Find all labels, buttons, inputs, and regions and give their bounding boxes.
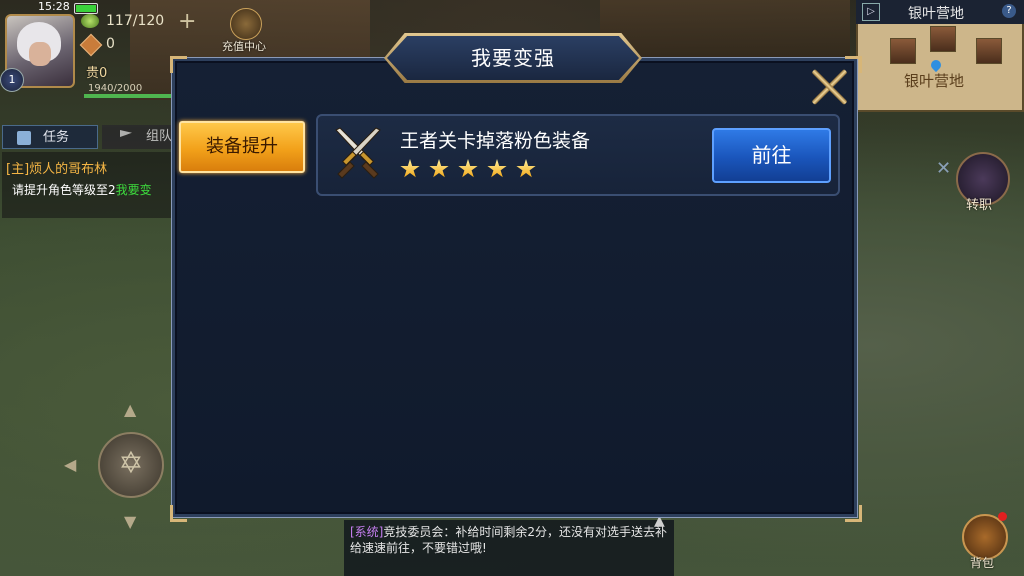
clock: 15:28: [38, 0, 70, 13]
star-icon: [487, 159, 507, 178]
recharge-center-label[interactable]: 充值中心: [222, 38, 266, 54]
close-icon[interactable]: ✕: [936, 158, 951, 179]
star-icon: [458, 159, 478, 178]
npc-portrait[interactable]: [976, 38, 1002, 64]
dialog-corner-ornament: [170, 505, 187, 522]
dialog-title: 我要变强: [471, 46, 555, 70]
joystick-up-arrow-icon: ▲: [124, 400, 137, 419]
help-icon[interactable]: ?: [1002, 4, 1016, 18]
battery-icon: [74, 3, 98, 14]
npc-portrait[interactable]: [890, 38, 916, 64]
dialog-corner-ornament: [170, 56, 187, 73]
quest-link[interactable]: 我要变: [116, 183, 152, 197]
close-dialog-button[interactable]: [808, 66, 850, 108]
flag-icon: [120, 130, 132, 137]
bag-label[interactable]: 背包: [970, 554, 994, 571]
job-change-label[interactable]: 转职: [966, 194, 992, 213]
star-rating: [400, 159, 545, 183]
tab-equipment-upgrade[interactable]: 装备提升: [179, 121, 305, 173]
energy-icon: [81, 14, 99, 28]
quest-description[interactable]: 请提升角色等级至2我要变: [12, 181, 152, 198]
add-energy-button[interactable]: +: [178, 9, 196, 34]
minimap-toggle-icon[interactable]: ▷: [862, 3, 880, 21]
chat-channel-tag: [系统]: [350, 525, 384, 539]
minimap-place-name: 银叶营地: [904, 72, 965, 90]
vip-level[interactable]: 贵0: [86, 62, 107, 81]
virtual-joystick[interactable]: ✡: [98, 432, 164, 498]
star-icon: [400, 159, 420, 178]
chat-message: [系统]竞技委员会：补给时间剩余2分，还没有对选手送去补给速速前往，不要错过哦!: [350, 525, 668, 555]
recommendation-text: 王者关卡掉落粉色装备: [400, 130, 591, 152]
go-button[interactable]: 前往: [712, 128, 831, 183]
npc-portrait[interactable]: [930, 26, 956, 52]
coin-count: 0: [106, 36, 115, 52]
quest-title[interactable]: [主]烦人的哥布林: [6, 158, 107, 177]
joystick-left-arrow-icon: ◀: [64, 455, 77, 474]
star-icon: [429, 159, 449, 178]
crossed-swords-icon: [335, 127, 381, 179]
notification-dot: [998, 512, 1007, 521]
task-icon: [17, 131, 31, 145]
recharge-icon[interactable]: [230, 8, 262, 40]
exp-text: 1940/2000: [88, 83, 143, 94]
star-icon: [516, 159, 536, 178]
tab-team[interactable]: 组队: [102, 125, 174, 149]
dialog-corner-ornament: [845, 505, 862, 522]
tab-task[interactable]: 任务: [2, 125, 98, 149]
joystick-down-arrow-icon: ▼: [124, 512, 137, 531]
player-level: 1: [0, 68, 24, 92]
minimap-title: 银叶营地: [908, 6, 964, 22]
energy-count: 117/120: [106, 13, 165, 29]
